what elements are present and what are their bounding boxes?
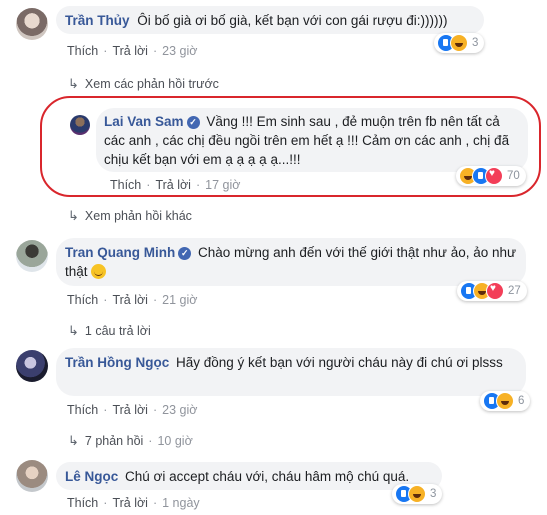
comment-time[interactable]: 1 ngày [162,496,200,510]
haha-reaction-icon [496,392,514,410]
reaction-count: 70 [507,170,520,182]
reaction-summary[interactable]: 3 [434,33,485,53]
comment-time[interactable]: 23 giờ [162,403,197,417]
comment-text: Hãy đồng ý kết bạn với người cháu này đi… [176,355,503,370]
comment-text: Chú ơi accept cháu với, cháu hâm mộ chú … [125,469,410,484]
reply-button[interactable]: Trả lời [112,496,148,510]
comment-text: Ôi bố già ơi bố già, kết bạn với con gái… [137,13,448,28]
commenter-name[interactable]: Trần Hồng Ngọc [65,355,169,370]
comment-actions: Thích · Trả lời · 23 giờ [67,44,198,58]
smile-emoji-icon [91,264,107,279]
reaction-summary[interactable]: 70 [456,166,526,186]
commenter-name[interactable]: Trần Thủy [65,13,130,28]
view-replies-link[interactable]: ↳ 7 phản hồi · 10 giờ [68,433,193,449]
reaction-count: 6 [518,395,525,407]
avatar[interactable] [16,350,48,382]
like-button[interactable]: Thích [67,496,98,510]
like-button[interactable]: Thích [67,293,98,307]
comment-actions: Thích · Trả lời · 21 giờ [67,293,198,307]
reaction-summary[interactable]: 27 [457,281,527,301]
reply-arrow-icon: ↳ [68,323,79,338]
view-replies-label: 7 phản hồi [84,434,144,448]
comment-time[interactable]: 17 giờ [205,178,240,192]
reply-button[interactable]: Trả lời [112,44,148,58]
verified-badge-icon: ✓ [186,116,200,129]
commenter-name[interactable]: Lai Van Sam [104,114,184,129]
view-other-replies-link[interactable]: ↳ Xem phản hồi khác [68,208,192,224]
comment-bubble: Lai Van Sam ✓ Vầng !!! Em sinh sau , đẻ m… [96,108,528,172]
avatar[interactable] [16,460,48,492]
like-button[interactable]: Thích [110,178,141,192]
avatar[interactable] [16,240,48,272]
avatar[interactable] [16,8,48,40]
love-reaction-icon [485,167,503,185]
comment-time[interactable]: 23 giờ [162,44,197,58]
comment-bubble: Lê Ngọc Chú ơi accept cháu với, cháu hâm… [56,462,442,490]
reaction-count: 3 [472,37,479,49]
comment-actions: Thích · Trả lời · 23 giờ [67,403,198,417]
love-reaction-icon [486,282,504,300]
reaction-summary[interactable]: 3 [392,484,443,504]
reaction-count: 27 [508,285,521,297]
reply-button[interactable]: Trả lời [155,178,191,192]
comment-bubble: Trần Hồng Ngọc Hãy đồng ý kết bạn với ng… [56,348,526,396]
reply-time: 10 giờ [157,434,193,448]
verified-badge-icon: ✓ [178,247,192,260]
commenter-name[interactable]: Tran Quang Minh [65,245,175,260]
view-replies-label: 1 câu trả lời [84,324,151,338]
comment-actions: Thích · Trả lời · 17 giờ [110,178,241,192]
reply-arrow-icon: ↳ [68,208,79,223]
comment-time[interactable]: 21 giờ [162,293,197,307]
reply-arrow-icon: ↳ [68,433,79,448]
haha-reaction-icon [450,34,468,52]
like-button[interactable]: Thích [67,403,98,417]
view-replies-link[interactable]: ↳ 1 câu trả lời [68,323,151,339]
like-button[interactable]: Thích [67,44,98,58]
reaction-count: 3 [430,488,437,500]
view-previous-replies-label: Xem các phản hồi trước [84,77,219,91]
reply-button[interactable]: Trả lời [112,403,148,417]
reply-button[interactable]: Trả lời [112,293,148,307]
avatar[interactable] [70,115,90,135]
comment-bubble: Tran Quang Minh ✓ Chào mừng anh đến với t… [56,238,526,286]
haha-reaction-icon [408,485,426,503]
commenter-name[interactable]: Lê Ngọc [65,469,118,484]
reply-arrow-icon: ↳ [68,76,79,91]
view-previous-replies-link[interactable]: ↳ Xem các phản hồi trước [68,76,219,92]
comment-actions: Thích · Trả lời · 1 ngày [67,496,200,510]
reaction-summary[interactable]: 6 [480,391,531,411]
view-other-replies-label: Xem phản hồi khác [84,209,192,223]
comment-bubble: Trần Thủy Ôi bố già ơi bố già, kết bạn v… [56,6,484,34]
